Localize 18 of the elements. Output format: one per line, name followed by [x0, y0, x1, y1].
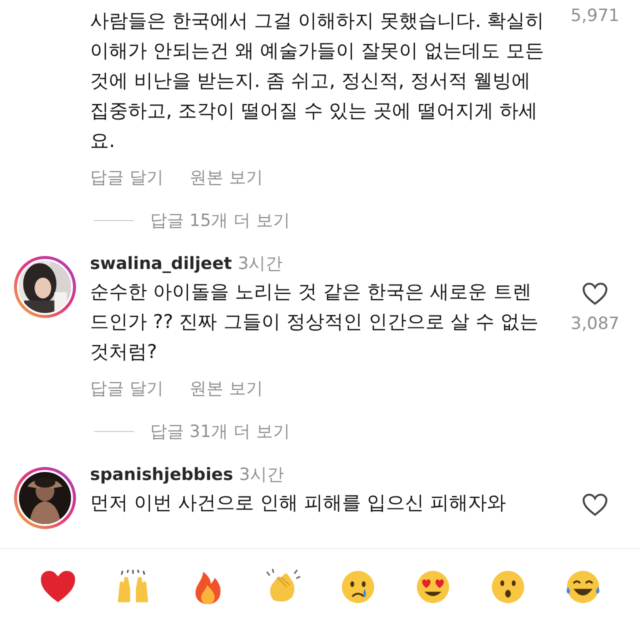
username[interactable]: swalina_diljeet	[90, 254, 232, 274]
comment-action-link[interactable]: 답글 달기	[90, 166, 164, 189]
comment-action-link[interactable]: 원본 보기	[189, 377, 263, 400]
laughing-face-emoji-icon[interactable]	[564, 568, 602, 606]
like-heart-icon[interactable]	[582, 493, 608, 517]
like-count: 3,087	[570, 314, 620, 334]
comment-action-link[interactable]: 답글 달기	[90, 377, 164, 400]
username[interactable]: spanishjebbies	[90, 465, 234, 485]
like-heart-icon[interactable]	[582, 282, 608, 306]
view-replies-link[interactable]: 답글 15개 더 보기	[150, 209, 290, 232]
timestamp: 3시간	[238, 253, 283, 275]
comment-text: 먼저 이번 사건으로 인해 피해를 입으신 피해자와	[90, 491, 508, 516]
comment-text: 순수한 아이돌을 노리는 것 같은 한국은 새로운 트렌드인가 ?? 진짜 그들이 정상적인 인간으로 살 수 없는 것처럼?	[90, 280, 540, 365]
timestamp: 3시간	[239, 464, 284, 486]
like-count: 5,971	[570, 6, 620, 26]
view-replies-link[interactable]: 답글 31개 더 보기	[150, 420, 290, 443]
comment-text: 사람들은 한국에서 그걸 이해하지 못했습니다. 확실히 이해가 안되는건 왜 예술가들이 잘못이 없는데도 모든 것에 비난을 받는지. 좀 쉬고, 정신적, 정서적 웰빙에 집중하고, 조각이 떨어질 수 있는 곳에 떨어지게 하세요.	[90, 9, 546, 154]
comment-action-link[interactable]: 원본 보기	[189, 166, 263, 189]
